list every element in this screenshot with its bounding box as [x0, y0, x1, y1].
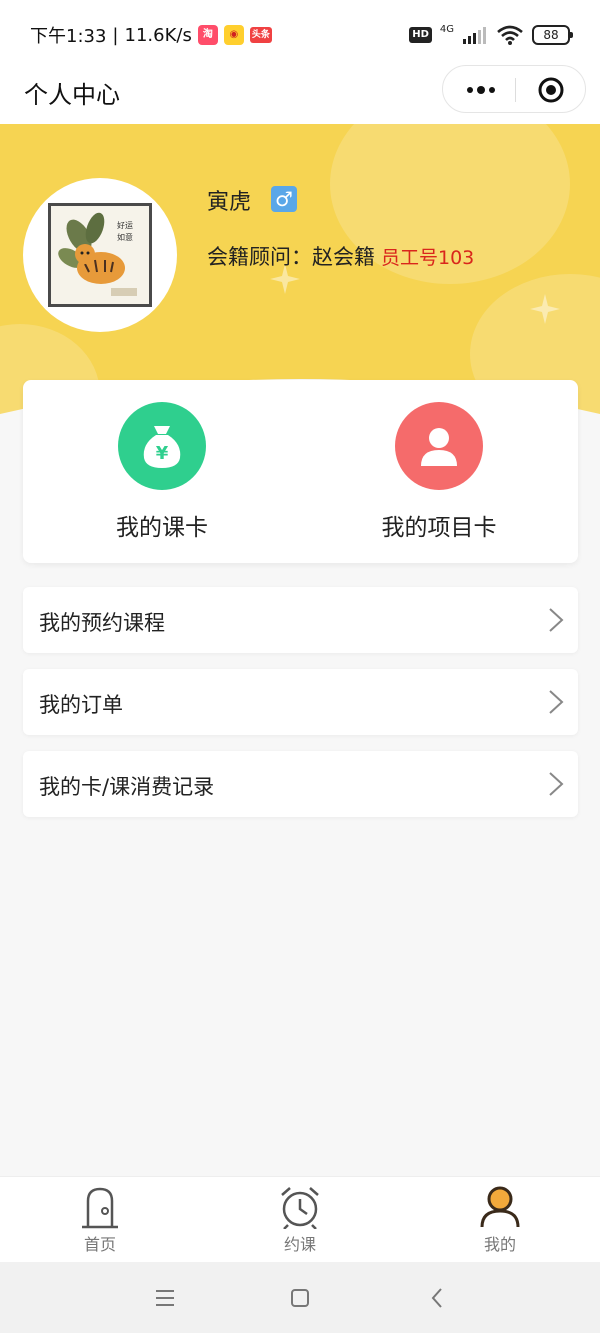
male-gender-icon: ♂: [271, 186, 297, 212]
more-dot-icon: [467, 87, 473, 93]
chevron-right-icon: [549, 608, 564, 632]
page-title: 个人中心: [24, 81, 120, 109]
tab-home[interactable]: 首页: [40, 1185, 160, 1255]
battery-icon: 88: [532, 25, 573, 45]
door-home-icon: [82, 1187, 118, 1229]
status-right: HD 4G 88: [409, 22, 573, 48]
status-time: 下午1:33: [30, 26, 107, 47]
money-bag-icon: ¥: [143, 426, 181, 468]
back-icon[interactable]: [425, 1286, 449, 1310]
menu-item-label: 我的订单: [39, 693, 123, 717]
menu-item-consumption-records[interactable]: 我的卡/课消费记录: [23, 751, 578, 817]
employee-number: 员工号103: [381, 247, 475, 269]
my-course-card-button[interactable]: ¥ 我的课卡: [62, 402, 262, 552]
chevron-right-icon: [549, 690, 564, 714]
menu-item-my-orders[interactable]: 我的订单: [23, 669, 578, 735]
course-card-icon-circle: ¥: [118, 402, 206, 490]
tab-mine[interactable]: 我的: [440, 1185, 560, 1255]
menu-icon[interactable]: [153, 1286, 177, 1310]
weibo-icon: ◉: [223, 25, 244, 45]
taobao-icon: 淘: [197, 25, 218, 45]
svg-text:¥: ¥: [156, 443, 169, 464]
system-navigation-bar: [0, 1262, 600, 1333]
signal-icon: [463, 27, 486, 44]
nav-bar: 个人中心: [0, 58, 600, 124]
avatar[interactable]: 好运 如意: [23, 178, 177, 332]
mini-program-capsule: [442, 65, 586, 113]
wifi-icon: [497, 25, 523, 45]
svg-text:如意: 如意: [117, 232, 133, 242]
tiger-illustration-icon: 好运 如意: [51, 206, 149, 304]
chevron-right-icon: [549, 772, 564, 796]
profile-page: 下午1:33 | 11.6K/s 淘 ◉ 头条 HD 4G 88 个人中心 好运…: [0, 0, 600, 1333]
quick-actions-card: ¥ 我的课卡 我的项目卡: [23, 380, 578, 563]
toutiao-icon: 头条: [249, 27, 272, 43]
sparkle-icon: [530, 294, 560, 324]
hd-badge: HD: [409, 27, 432, 43]
advisor-info: 会籍顾问：赵会籍 员工号103: [207, 241, 474, 271]
menu-item-my-bookings[interactable]: 我的预约课程: [23, 587, 578, 653]
tab-booking[interactable]: 约课: [240, 1185, 360, 1255]
more-dot-icon: [477, 86, 485, 94]
more-button[interactable]: [463, 66, 499, 114]
network-label: 4G: [439, 23, 454, 35]
status-separator: |: [112, 24, 119, 46]
advisor-name: 赵会籍: [312, 245, 375, 269]
close-mini-program-icon[interactable]: [537, 76, 565, 104]
my-project-card-label: 我的项目卡: [381, 515, 497, 541]
alarm-clock-icon: [281, 1187, 319, 1229]
user-name: 寅虎: [207, 190, 252, 215]
my-course-card-label: 我的课卡: [116, 515, 208, 541]
avatar-image: 好运 如意: [48, 203, 152, 307]
tab-booking-label: 约课: [283, 1235, 316, 1254]
user-icon: [421, 428, 457, 466]
project-card-icon-circle: [395, 402, 483, 490]
home-square-icon[interactable]: [288, 1286, 312, 1310]
svg-text:好运: 好运: [117, 220, 133, 230]
menu-item-label: 我的卡/课消费记录: [39, 775, 215, 799]
advisor-label: 会籍顾问：: [207, 245, 312, 269]
menu-item-label: 我的预约课程: [39, 611, 165, 635]
status-speed: 11.6K/s: [124, 24, 192, 46]
tab-mine-label: 我的: [483, 1235, 516, 1254]
person-icon: [480, 1186, 520, 1228]
tab-home-label: 首页: [83, 1235, 116, 1254]
more-dot-icon: [489, 87, 495, 93]
bottom-tab-bar: 首页 约课 我的: [0, 1176, 600, 1262]
my-project-card-button[interactable]: 我的项目卡: [339, 402, 539, 552]
status-left: 下午1:33 | 11.6K/s 淘 ◉ 头条: [30, 22, 272, 48]
capsule-divider: [515, 78, 516, 102]
